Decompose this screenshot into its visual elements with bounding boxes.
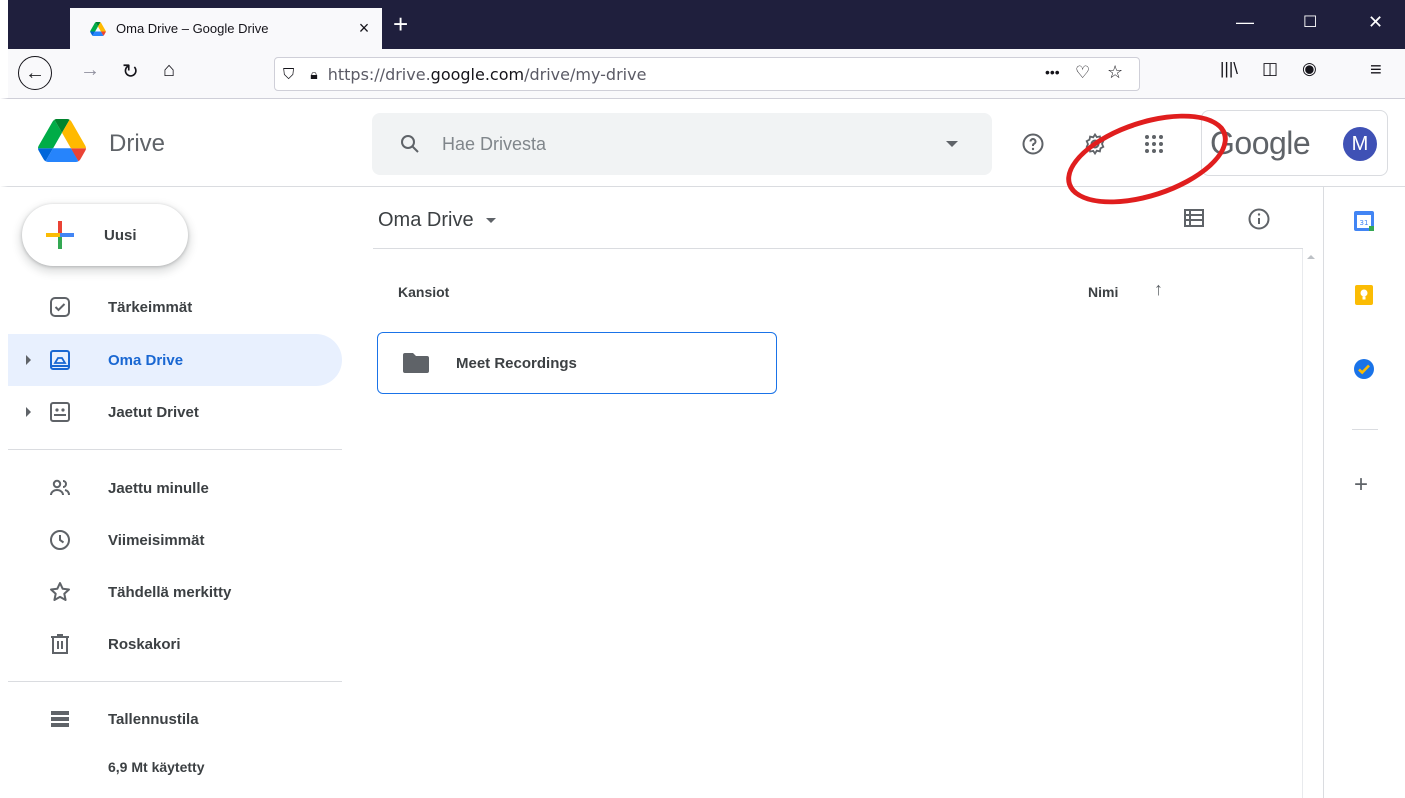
url-bar[interactable]: ⛉ 🔒︎ https://drive.google.com/drive/my-d…: [274, 57, 1140, 91]
priority-check-icon: [50, 297, 70, 317]
apps-grid-icon[interactable]: [1144, 134, 1164, 154]
shared-drives-icon: [50, 402, 70, 422]
sidebar-item-starred[interactable]: Tähdellä merkitty: [8, 566, 342, 618]
people-icon: [50, 479, 70, 496]
browser-titlebar: Oma Drive – Google Drive × + — ☐ ✕: [0, 0, 1405, 49]
search-bar[interactable]: Hae Drivesta: [372, 113, 992, 175]
tasks-icon[interactable]: [1352, 357, 1376, 381]
lock-icon[interactable]: 🔒︎: [310, 66, 317, 83]
star-icon: [50, 582, 70, 601]
tab-close-icon[interactable]: ×: [352, 18, 376, 39]
browser-navbar: ← → ↻ ⌂ ⛉ 🔒︎ https://drive.google.com/dr…: [0, 49, 1405, 99]
new-tab-button[interactable]: +: [393, 11, 408, 37]
info-icon[interactable]: [1247, 207, 1271, 231]
sidebar-item-label: Tallennustila: [108, 710, 199, 728]
search-options-icon[interactable]: [946, 141, 958, 147]
sidebar-item-trash[interactable]: Roskakori: [8, 618, 342, 670]
sidebar-divider: [8, 449, 342, 450]
sidebar-item-label: Jaetut Drivet: [108, 403, 199, 421]
scroll-up-icon[interactable]: [1307, 255, 1315, 259]
sidebar-item-recent[interactable]: Viimeisimmät: [8, 514, 342, 566]
keep-icon[interactable]: [1352, 283, 1376, 307]
main-content: Oma Drive Kansiot Nimi ↑ Meet Recordings: [348, 187, 1323, 798]
back-icon[interactable]: ←: [18, 56, 52, 90]
sidebar-item-shared-drives[interactable]: Jaetut Drivet: [8, 386, 342, 438]
window-close-icon[interactable]: ✕: [1368, 12, 1383, 33]
main-divider: [373, 248, 1303, 249]
home-icon[interactable]: ⌂: [163, 59, 175, 82]
minimize-icon[interactable]: —: [1236, 12, 1254, 33]
menu-icon[interactable]: ≡: [1370, 59, 1382, 82]
search-icon[interactable]: [398, 132, 422, 156]
storage-icon: [51, 711, 69, 727]
search-input[interactable]: Hae Drivesta: [442, 134, 946, 155]
sidebar-icon[interactable]: ◫: [1262, 59, 1278, 79]
new-button-label: Uusi: [104, 226, 137, 244]
title-dropdown-icon[interactable]: [485, 218, 496, 223]
sidebar-item-label: Viimeisimmät: [108, 531, 205, 549]
forward-icon[interactable]: →: [80, 59, 100, 82]
drive-logo-icon[interactable]: [38, 119, 86, 162]
side-panel-divider: [1352, 429, 1378, 430]
sidebar-item-label: Tärkeimmät: [108, 298, 193, 316]
avatar-letter: M: [1351, 132, 1369, 155]
svg-text:31: 31: [1360, 219, 1369, 227]
list-view-icon[interactable]: [1184, 209, 1204, 227]
url-text[interactable]: https://drive.google.com/drive/my-drive: [328, 65, 647, 84]
sidebar-item-my-drive[interactable]: Oma Drive: [8, 334, 342, 386]
account-icon[interactable]: ◉: [1302, 59, 1317, 79]
page-actions-icon[interactable]: •••: [1045, 64, 1060, 80]
expand-arrow-icon[interactable]: [26, 355, 31, 365]
my-drive-icon: [50, 350, 70, 370]
account-switcher[interactable]: Google M: [1201, 110, 1388, 176]
expand-arrow-icon[interactable]: [26, 407, 31, 417]
sidebar: Uusi Tärkeimmät Oma Drive Jaetut Drivet: [8, 187, 348, 798]
page-title[interactable]: Oma Drive: [378, 209, 496, 232]
google-wordmark: Google: [1210, 125, 1311, 161]
browser-tab[interactable]: Oma Drive – Google Drive ×: [70, 8, 382, 49]
calendar-icon[interactable]: 31: [1352, 209, 1376, 233]
drive-favicon-icon: [90, 21, 106, 36]
pocket-icon[interactable]: ♡: [1075, 63, 1090, 83]
sidebar-item-storage[interactable]: Tallennustila: [8, 693, 342, 745]
sidebar-item-label: Tähdellä merkitty: [108, 583, 232, 601]
side-panel: 31 +: [1323, 187, 1405, 798]
sidebar-divider: [8, 681, 342, 682]
reload-icon[interactable]: ↻: [122, 59, 139, 84]
tracking-shield-icon[interactable]: ⛉: [283, 66, 294, 83]
clock-icon: [50, 530, 70, 550]
section-label-folders: Kansiot: [398, 284, 450, 300]
settings-gear-icon[interactable]: [1083, 132, 1107, 156]
page-title-text: Oma Drive: [378, 209, 474, 231]
add-addon-icon[interactable]: +: [1354, 471, 1368, 499]
new-button[interactable]: Uusi: [22, 204, 188, 266]
help-icon[interactable]: [1021, 132, 1045, 156]
avatar[interactable]: M: [1343, 127, 1377, 161]
scrollbar[interactable]: [1302, 249, 1320, 798]
sidebar-item-shared-with-me[interactable]: Jaettu minulle: [8, 462, 342, 514]
folder-item[interactable]: Meet Recordings: [377, 332, 777, 394]
maximize-icon[interactable]: ☐: [1303, 12, 1317, 32]
library-icon[interactable]: |||\: [1220, 59, 1238, 79]
sidebar-item-label: Jaettu minulle: [108, 479, 209, 497]
new-plus-icon: [46, 221, 74, 249]
app-title[interactable]: Drive: [109, 130, 165, 158]
folder-name: Meet Recordings: [456, 354, 577, 372]
folder-icon: [403, 353, 429, 373]
app-header: Drive Hae Drivesta Google M: [0, 100, 1405, 187]
trash-icon: [51, 634, 69, 654]
sidebar-item-priority[interactable]: Tärkeimmät: [8, 281, 342, 333]
tab-title: Oma Drive – Google Drive: [116, 21, 269, 36]
sidebar-item-label: Oma Drive: [108, 351, 184, 369]
storage-used-text: 6,9 Mt käytetty: [108, 759, 205, 775]
sort-direction-icon[interactable]: ↑: [1154, 279, 1163, 300]
sidebar-item-label: Roskakori: [108, 635, 181, 653]
sort-by-name[interactable]: Nimi: [1088, 284, 1118, 300]
bookmark-star-icon[interactable]: ☆: [1107, 62, 1123, 83]
